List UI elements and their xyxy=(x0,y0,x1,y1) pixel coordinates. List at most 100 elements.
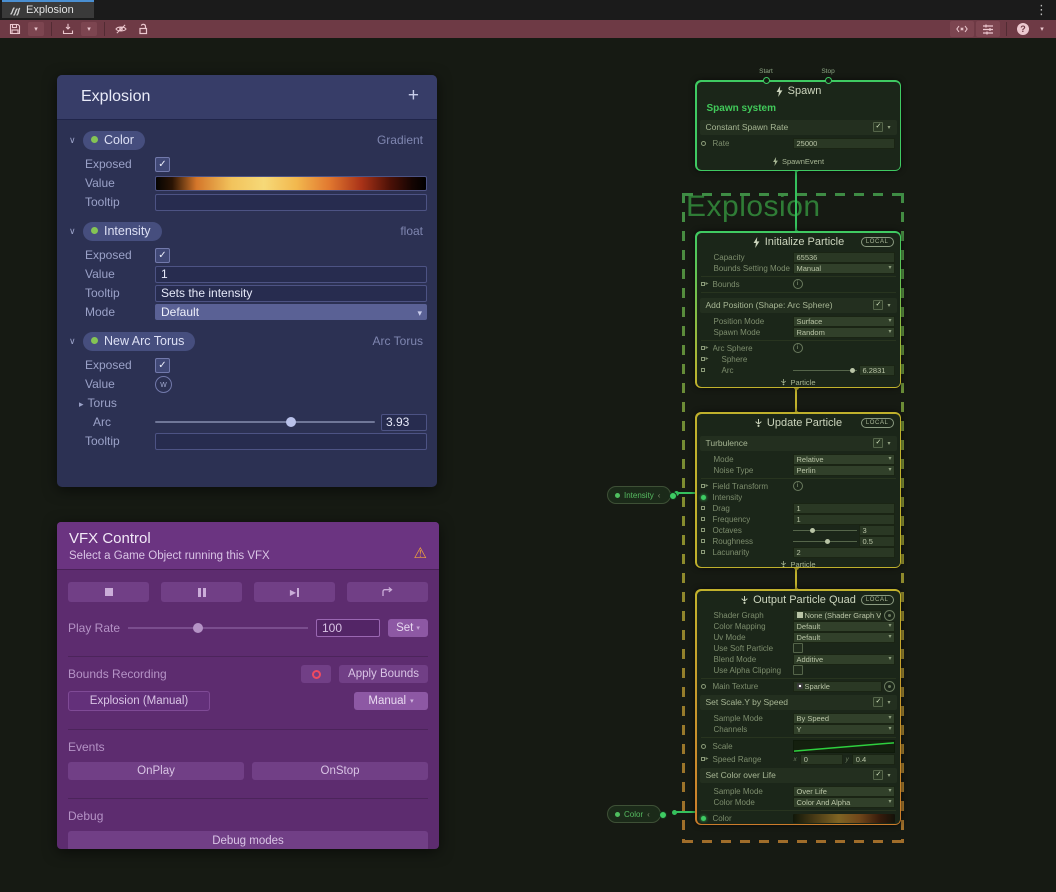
value-field[interactable]: 25000 xyxy=(793,138,895,149)
dropdown-channels[interactable]: Y xyxy=(793,724,895,735)
checkbox-use-soft-particle[interactable] xyxy=(793,643,803,653)
dropdown-blend-mode[interactable]: Additive xyxy=(793,654,895,665)
slider-arc[interactable] xyxy=(793,366,857,375)
exposed-checkbox[interactable]: ✓ xyxy=(155,157,170,172)
port-arc-sphere[interactable]: ▸ xyxy=(701,345,713,351)
text-field-tooltip[interactable]: Sets the intensity xyxy=(155,285,427,302)
graph-node-output-particle-quad[interactable]: Output Particle QuadLOCALShader GraphNon… xyxy=(695,589,901,825)
blackboard-header[interactable]: Explosion + xyxy=(57,75,437,120)
port-octaves[interactable] xyxy=(701,528,713,532)
exposed-checkbox[interactable]: ✓ xyxy=(155,248,170,263)
port-speed-range[interactable]: ▸ xyxy=(701,756,713,762)
slider-roughness[interactable] xyxy=(793,537,857,546)
dropdown-bounds-setting-mode[interactable]: Manual xyxy=(793,263,895,274)
exposed-checkbox[interactable]: ✓ xyxy=(155,358,170,373)
tab-explosion[interactable]: Explosion xyxy=(2,0,94,18)
gradient-value-field[interactable] xyxy=(155,176,427,191)
text-field-value[interactable]: 1 xyxy=(155,266,427,283)
apply-bounds-button[interactable]: Apply Bounds xyxy=(339,665,428,683)
block-collapse-icon[interactable]: ▾ xyxy=(887,699,890,706)
block-enabled-checkbox[interactable]: ✓ xyxy=(873,770,883,780)
y-value-field[interactable]: 0.4 xyxy=(852,754,895,765)
curve-field[interactable] xyxy=(793,740,895,753)
dropdown-sample-mode[interactable]: By Speed xyxy=(793,713,895,724)
parameter-node-color[interactable]: Color‹ xyxy=(607,805,661,823)
dropdown-uv-mode[interactable]: Default xyxy=(793,632,895,643)
port-main-texture[interactable] xyxy=(701,684,713,689)
slider-value-field[interactable]: 6.2831 xyxy=(859,365,895,376)
edge-port-dot[interactable] xyxy=(672,810,677,815)
bounds-mode-dropdown[interactable]: Manual▾ xyxy=(354,692,428,710)
block-enabled-checkbox[interactable]: ✓ xyxy=(873,697,883,707)
slider-handle[interactable] xyxy=(286,417,296,427)
lock-toggle[interactable] xyxy=(133,21,153,37)
save-all-dropdown-arrow[interactable]: ▾ xyxy=(81,22,97,36)
block-collapse-icon[interactable]: ▾ xyxy=(887,440,890,447)
foldout-arrow-icon[interactable]: ▸ xyxy=(79,399,84,409)
collapse-icon[interactable]: ‹ xyxy=(647,810,650,819)
graph-node-initialize-particle[interactable]: Initialize ParticleLOCALCapacity65536Bou… xyxy=(695,231,901,388)
control-sliders-button[interactable] xyxy=(976,21,1000,37)
checkbox-use-alpha-clipping[interactable] xyxy=(793,665,803,675)
chevron-down-icon[interactable]: ∨ xyxy=(69,226,83,237)
node-header-update-particle[interactable]: Update ParticleLOCAL xyxy=(697,414,900,433)
parameter-node-intensity[interactable]: Intensity‹ xyxy=(607,486,671,504)
onstop-button[interactable]: OnStop xyxy=(252,762,428,780)
dropdown-mode[interactable]: Default xyxy=(155,304,427,320)
flow-input-port-stop[interactable] xyxy=(825,77,832,84)
value-field[interactable]: 65536 xyxy=(793,252,895,263)
slider-handle[interactable] xyxy=(810,528,815,533)
value-field[interactable]: 1 xyxy=(793,514,895,525)
value-field[interactable]: 1 xyxy=(793,503,895,514)
port-bounds[interactable]: ▸ xyxy=(701,281,713,287)
block-header-constant-spawn-rate[interactable]: Constant Spawn Rate✓▾ xyxy=(700,120,897,135)
node-header-spawn[interactable]: Spawn xyxy=(697,82,900,101)
restart-button[interactable] xyxy=(347,582,428,602)
graph-node-spawn[interactable]: SpawnSpawn systemConstant Spawn Rate✓▾Ra… xyxy=(695,80,901,171)
texture-field[interactable]: Sparkle xyxy=(793,681,882,692)
chevron-down-icon[interactable]: ∨ xyxy=(69,135,83,146)
dropdown-sample-mode[interactable]: Over Life xyxy=(793,786,895,797)
output-port-icon[interactable] xyxy=(669,492,677,500)
play-rate-input[interactable]: 100 xyxy=(316,619,380,637)
property-header-intensity[interactable]: ∨Intensityfloat xyxy=(69,218,423,244)
port-scale[interactable] xyxy=(701,744,713,749)
port-sphere[interactable]: ▸ xyxy=(701,356,713,362)
debug-modes-button[interactable]: Debug modes xyxy=(68,831,428,849)
property-pill-intensity[interactable]: Intensity xyxy=(83,222,162,241)
gradient-field[interactable] xyxy=(793,814,895,823)
attribute-code-button[interactable] xyxy=(950,21,974,37)
block-enabled-checkbox[interactable]: ✓ xyxy=(873,300,883,310)
window-menu-icon[interactable]: ⋮ xyxy=(1035,2,1048,18)
port-color[interactable] xyxy=(701,816,713,821)
text-field-tooltip[interactable] xyxy=(155,194,427,211)
set-button[interactable]: Set▾ xyxy=(388,619,428,637)
save-button[interactable] xyxy=(5,21,25,37)
slider-value-field[interactable]: 3 xyxy=(859,525,895,536)
block-collapse-icon[interactable]: ▾ xyxy=(887,772,890,779)
slider-handle[interactable] xyxy=(825,539,830,544)
node-header-output-particle-quad[interactable]: Output Particle QuadLOCAL xyxy=(697,591,900,610)
property-header-color[interactable]: ∨ColorGradient xyxy=(69,127,423,153)
object-field[interactable]: None (Shader Graph Vfx Asset) xyxy=(793,610,882,621)
help-dropdown-arrow[interactable]: ▾ xyxy=(1035,21,1049,37)
dropdown-color-mode[interactable]: Color And Alpha xyxy=(793,797,895,808)
slider-value-field[interactable]: 3.93 xyxy=(381,414,427,431)
property-pill-new-arc-torus[interactable]: New Arc Torus xyxy=(83,332,195,351)
port-arc[interactable] xyxy=(701,368,713,372)
add-property-button[interactable]: + xyxy=(408,85,419,107)
dropdown-position-mode[interactable]: Surface xyxy=(793,316,895,327)
slider-arc[interactable] xyxy=(155,414,375,430)
dropdown-mode[interactable]: Relative xyxy=(793,454,895,465)
output-port-icon[interactable] xyxy=(659,811,667,819)
object-picker-icon[interactable] xyxy=(884,681,895,692)
collapse-icon[interactable]: ‹ xyxy=(658,491,661,500)
text-field-tooltip[interactable] xyxy=(155,433,427,450)
port-roughness[interactable] xyxy=(701,539,713,543)
block-header-turbulence[interactable]: Turbulence✓▾ xyxy=(700,436,897,451)
chevron-down-icon[interactable]: ∨ xyxy=(69,336,83,347)
record-bounds-button[interactable] xyxy=(301,665,331,683)
onplay-button[interactable]: OnPlay xyxy=(68,762,244,780)
slider-value-field[interactable]: 0.5 xyxy=(859,536,895,547)
dropdown-spawn-mode[interactable]: Random xyxy=(793,327,895,338)
